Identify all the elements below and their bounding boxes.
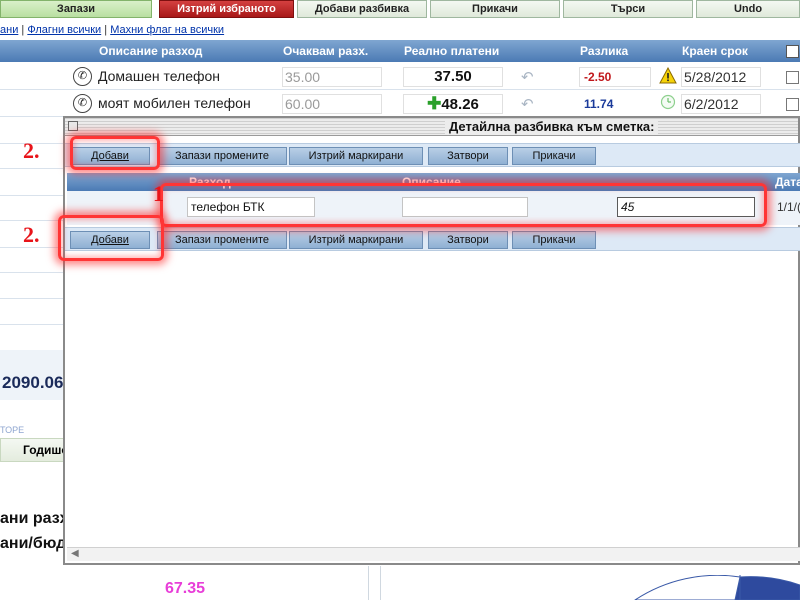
dialog-title-bar[interactable]: Детайлна разбивка към сметка: — [65, 118, 798, 136]
dialog-toolbar-top: Добави Запази промените Изтрий маркирани… — [65, 143, 800, 167]
difference-field: -2.50 — [579, 67, 651, 87]
paid-amount-field[interactable]: ✚48.26 — [403, 94, 503, 114]
step-1-label: 1 — [153, 181, 164, 206]
section-heading: ани разх — [0, 510, 69, 527]
dialog-title: Детайлна разбивка към сметка: — [445, 119, 659, 134]
dialog-toolbar-bottom: Добави Запази промените Изтрий маркирани… — [65, 227, 800, 251]
undo-button[interactable]: Undo — [696, 0, 800, 18]
divider — [380, 566, 381, 600]
expected-amount-field[interactable]: 35.00 — [282, 67, 382, 87]
total-amount: 2090.06 — [2, 373, 64, 392]
save-changes-button[interactable]: Запази промените — [157, 231, 287, 249]
separator: | — [101, 24, 111, 36]
phone-icon: ✆ — [73, 94, 92, 113]
unflag-all-link[interactable]: Махни флаг на всички — [110, 24, 224, 36]
search-button[interactable]: Търси — [563, 0, 693, 18]
expenses-table-header: Описание разход Очаквам разх. Реално пла… — [0, 40, 800, 62]
highlight-bottom-add — [58, 215, 164, 261]
attach-button[interactable]: Прикачи — [430, 0, 560, 18]
section-heading: ани/бюд — [0, 535, 67, 552]
small-label: ТОРЕ — [0, 425, 25, 435]
flag-all-link[interactable]: Флагни всички — [27, 24, 101, 36]
due-date-field[interactable]: 5/28/2012 — [681, 67, 761, 87]
paid-amount-value: 48.26 — [441, 96, 479, 113]
column-header-expected[interactable]: Очаквам разх. — [283, 44, 368, 58]
divider — [368, 566, 369, 600]
row-checkbox[interactable] — [786, 98, 799, 111]
dialog-close-icon[interactable] — [68, 121, 78, 131]
delete-selected-button[interactable]: Изтрий избраното — [159, 0, 294, 18]
phone-icon: ✆ — [73, 67, 92, 86]
save-button[interactable]: Запази — [0, 0, 152, 18]
highlight-top-add — [70, 136, 160, 170]
column-header-paid[interactable]: Реално платени — [404, 44, 499, 58]
select-all-checkbox[interactable] — [786, 45, 799, 58]
warning-icon — [658, 66, 678, 87]
undo-arrow-icon[interactable]: ↶ — [521, 95, 534, 113]
save-changes-button[interactable]: Запази промените — [157, 147, 287, 165]
yearly-tab[interactable]: Годише — [0, 438, 68, 462]
expense-description: моят мобилен телефон — [98, 95, 251, 111]
column-header-difference[interactable]: Разлика — [580, 44, 628, 58]
column-header-due[interactable]: Краен срок — [682, 44, 748, 58]
add-breakdown-button[interactable]: Добави разбивка — [297, 0, 427, 18]
due-date-field[interactable]: 6/2/2012 — [681, 94, 761, 114]
scroll-left-icon[interactable]: ◀ — [71, 548, 79, 559]
attach-dialog-button[interactable]: Прикачи — [512, 147, 596, 165]
paid-amount-field[interactable]: 37.50 — [403, 67, 503, 87]
attach-dialog-button[interactable]: Прикачи — [512, 231, 596, 249]
close-dialog-button[interactable]: Затвори — [428, 147, 508, 165]
pie-chart-fragment — [620, 575, 800, 600]
row-divider — [0, 298, 66, 299]
plus-icon: ✚ — [427, 94, 442, 113]
row-divider — [0, 272, 66, 273]
row-divider — [0, 220, 66, 221]
row-divider — [0, 168, 66, 169]
row-divider — [0, 195, 66, 196]
column-header-date[interactable]: Дата — [775, 175, 800, 189]
step-2-label: 2. — [23, 222, 40, 247]
separator: | — [18, 24, 28, 36]
expense-description: Домашен телефон — [98, 68, 221, 84]
delete-marked-button[interactable]: Изтрий маркирани — [289, 231, 423, 249]
difference-field: 11.74 — [584, 97, 614, 111]
horizontal-scrollbar[interactable]: ◀ — [67, 547, 800, 561]
clock-icon — [658, 94, 678, 114]
main-toolbar: Запази Изтрий избраното Добави разбивка … — [0, 0, 800, 20]
table-row: ✆ моят мобилен телефон 60.00 ✚48.26 ↶ 11… — [0, 91, 800, 117]
delete-marked-button[interactable]: Изтрий маркирани — [289, 147, 423, 165]
expected-amount-field[interactable]: 60.00 — [282, 94, 382, 114]
table-row: ✆ Домашен телефон 35.00 37.50 ↶ -2.50 5/… — [0, 64, 800, 90]
column-header-description[interactable]: Описание разход — [99, 44, 202, 58]
row-divider — [0, 324, 66, 325]
date-value[interactable]: 1/1/( — [777, 200, 800, 214]
highlight-row — [160, 183, 767, 227]
row-checkbox[interactable] — [786, 71, 799, 84]
close-dialog-button[interactable]: Затвори — [428, 231, 508, 249]
flag-links-row: ани | Флагни всички | Махни флаг на всич… — [0, 24, 224, 38]
unknown-partial-link[interactable]: ани — [0, 24, 18, 36]
step-2-label: 2. — [23, 138, 40, 163]
chart-value-label: 67.35 — [165, 580, 206, 597]
undo-arrow-icon[interactable]: ↶ — [521, 68, 534, 86]
